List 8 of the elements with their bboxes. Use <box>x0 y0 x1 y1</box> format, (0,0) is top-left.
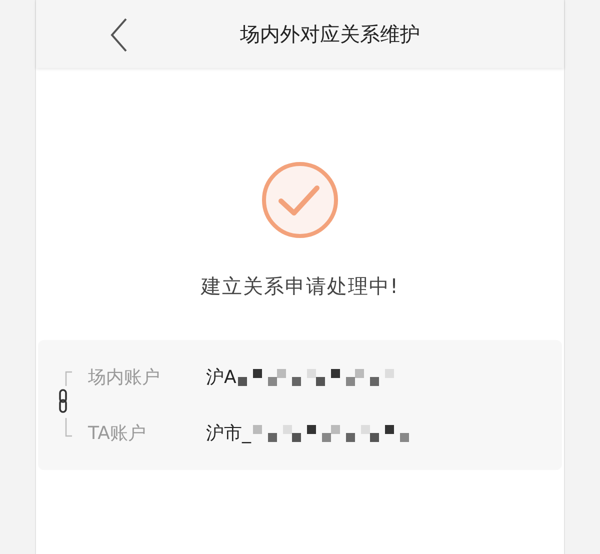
page-title: 场内外对应关系维护 <box>240 20 420 48</box>
account-value: 沪A <box>206 366 236 389</box>
back-icon <box>110 18 128 52</box>
account-label: 场内账户 <box>88 366 161 389</box>
account-label: TA账户 <box>88 422 147 445</box>
account-value: 沪市_ <box>206 422 251 445</box>
status-message: 建立关系申请处理中! <box>200 273 400 300</box>
check-circle-icon <box>261 161 339 239</box>
